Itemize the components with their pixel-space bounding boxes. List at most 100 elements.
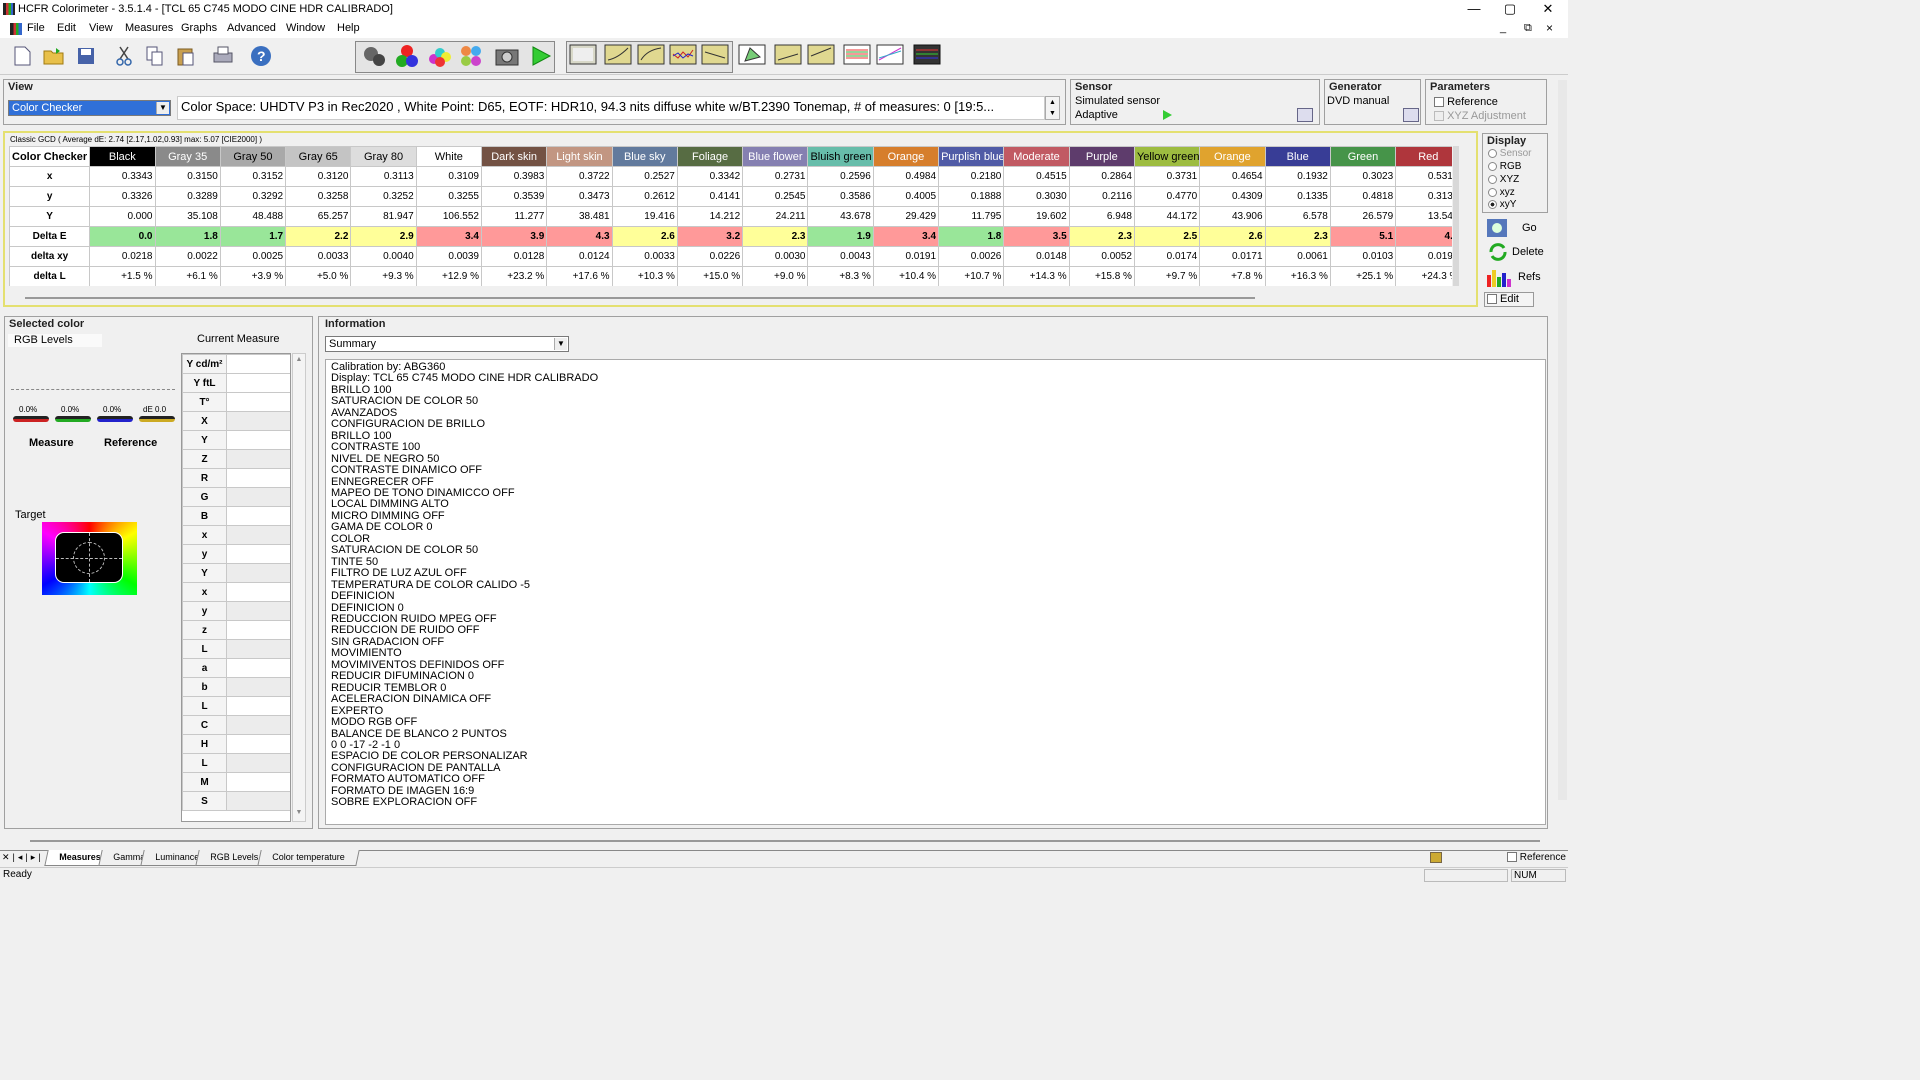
information-text[interactable]: Calibration by: ABG360 Display: TCL 65 C7… bbox=[325, 359, 1546, 825]
display-option-sensor[interactable]: Sensor bbox=[1488, 148, 1531, 159]
grid-vscroll[interactable] bbox=[1453, 146, 1459, 286]
sensor-probe-icon[interactable] bbox=[361, 42, 389, 70]
go-button[interactable]: Go bbox=[1484, 217, 1546, 239]
grid-cell[interactable]: 0.2116 bbox=[1068, 186, 1135, 207]
display-option-rgb[interactable]: RGB bbox=[1488, 161, 1521, 172]
grid-cell[interactable]: 0.4770 bbox=[1133, 186, 1201, 207]
display-option-xyz-upper[interactable]: XYZ bbox=[1488, 174, 1519, 185]
information-selector[interactable]: Summary ▼ bbox=[325, 336, 569, 352]
sensor-config-icon[interactable] bbox=[1297, 108, 1313, 122]
print-icon[interactable] bbox=[209, 42, 237, 70]
view-data-icon[interactable] bbox=[569, 42, 597, 70]
grid-cell[interactable]: 0.0061 bbox=[1264, 246, 1331, 267]
grid-cell[interactable]: 26.579 bbox=[1329, 206, 1397, 227]
main-vscroll[interactable] bbox=[1558, 80, 1567, 800]
grid-column-header[interactable]: Gray 50 bbox=[219, 146, 287, 167]
grid-column-header[interactable]: Red bbox=[1395, 146, 1452, 167]
view-near-black-icon[interactable] bbox=[774, 42, 802, 70]
grid-cell[interactable]: 0.2545 bbox=[742, 186, 809, 207]
grid-cell[interactable]: 65.257 bbox=[285, 206, 352, 227]
grid-cell[interactable]: 0.2596 bbox=[807, 166, 874, 187]
mdi-close[interactable]: × bbox=[1546, 21, 1553, 35]
grid-cell[interactable]: 0.3113 bbox=[350, 166, 417, 187]
grid-cell[interactable]: +25.1 % bbox=[1329, 266, 1397, 286]
grid-cell[interactable]: 0.0 bbox=[89, 226, 156, 247]
view-near-white-icon[interactable] bbox=[807, 42, 835, 70]
grid-cell[interactable]: 0.3120 bbox=[285, 166, 352, 187]
display-option-xyz-lower[interactable]: xyz bbox=[1488, 187, 1515, 198]
grid-cell[interactable]: +15.8 % bbox=[1068, 266, 1135, 286]
grid-cell[interactable]: +9.3 % bbox=[350, 266, 417, 286]
grid-cell[interactable]: +9.7 % bbox=[1133, 266, 1201, 286]
grid-row-header[interactable]: y bbox=[9, 186, 91, 207]
hscroll-thumb[interactable] bbox=[30, 840, 1540, 842]
grid-cell[interactable]: 0.3539 bbox=[480, 186, 548, 207]
grid-cell[interactable]: 3.4 bbox=[415, 226, 482, 247]
grid-cell[interactable]: 35.108 bbox=[154, 206, 221, 227]
grid-column-header[interactable]: Gray 35 bbox=[154, 146, 221, 167]
grid-cell[interactable]: 0.0039 bbox=[415, 246, 482, 267]
grid-cell[interactable]: 0.3023 bbox=[1329, 166, 1397, 187]
grid-cell[interactable]: 0.0026 bbox=[938, 246, 1005, 267]
secondary-colors-icon[interactable] bbox=[425, 42, 453, 70]
grid-cell[interactable]: 2.6 bbox=[611, 226, 678, 247]
display-option-xyy[interactable]: xyY bbox=[1488, 199, 1516, 210]
edit-toggle[interactable]: Edit bbox=[1484, 292, 1534, 307]
grid-cell[interactable]: 0.0218 bbox=[89, 246, 156, 267]
xyz-adjustment-checkbox[interactable]: XYZ Adjustment bbox=[1434, 110, 1526, 122]
save-icon[interactable] bbox=[72, 42, 100, 70]
grid-cell[interactable]: 0.4515 bbox=[1003, 166, 1070, 187]
grid-cell[interactable]: 19.602 bbox=[1003, 206, 1070, 227]
grid-cell[interactable]: +12.9 % bbox=[415, 266, 482, 286]
grid-cell[interactable]: 0.0025 bbox=[219, 246, 287, 267]
grid-cell[interactable]: 3.4 bbox=[872, 226, 940, 247]
grid-cell[interactable]: 0.0124 bbox=[546, 246, 613, 267]
grid-cell[interactable]: +23.2 % bbox=[480, 266, 548, 286]
grid-cell[interactable]: 1.8 bbox=[154, 226, 221, 247]
grid-cell[interactable]: 0.3326 bbox=[89, 186, 156, 207]
grid-column-header[interactable]: Blue bbox=[1264, 146, 1331, 167]
grid-cell[interactable]: +17.6 % bbox=[546, 266, 613, 286]
grid-cell[interactable]: 38.481 bbox=[546, 206, 613, 227]
view-saturation-shift-icon[interactable] bbox=[876, 42, 904, 70]
grid-cell[interactable]: 0.4818 bbox=[1329, 186, 1397, 207]
grid-cell[interactable]: +5.0 % bbox=[285, 266, 352, 286]
grid-cell[interactable]: 0.3722 bbox=[546, 166, 613, 187]
open-folder-icon[interactable] bbox=[40, 42, 68, 70]
tab-color-temperature[interactable]: Color temperature bbox=[257, 850, 360, 866]
grid-cell[interactable]: 0.0052 bbox=[1068, 246, 1135, 267]
measures-grid[interactable]: Color Checker Black Gray 35 Gray 50 Gray 65 G… bbox=[9, 146, 1452, 286]
grid-cell[interactable]: 0.1335 bbox=[1264, 186, 1331, 207]
grid-cell[interactable]: 0.1888 bbox=[938, 186, 1005, 207]
grid-cell[interactable]: +8.3 % bbox=[807, 266, 874, 286]
grid-cell[interactable]: 0.0033 bbox=[611, 246, 678, 267]
grid-cell[interactable]: 0.2180 bbox=[938, 166, 1005, 187]
grid-hscroll[interactable] bbox=[25, 297, 1255, 299]
grid-cell[interactable]: +1.5 % bbox=[89, 266, 156, 286]
grid-cell[interactable]: 11.277 bbox=[480, 206, 548, 227]
generator-config-icon[interactable] bbox=[1403, 108, 1419, 122]
grid-cell[interactable]: 0.2864 bbox=[1068, 166, 1135, 187]
grid-cell[interactable]: 0.3134 bbox=[1395, 186, 1452, 207]
menu-advanced[interactable]: Advanced bbox=[227, 22, 276, 34]
tab-nav-arrows[interactable]: ✕|◂|▸| bbox=[2, 852, 44, 863]
grid-cell[interactable]: +14.3 % bbox=[1003, 266, 1070, 286]
grid-cell[interactable]: 3.2 bbox=[676, 226, 744, 247]
grid-column-header[interactable]: Orange bbox=[1199, 146, 1266, 167]
notification-icon[interactable] bbox=[1430, 852, 1442, 863]
grid-cell[interactable]: 81.947 bbox=[350, 206, 417, 227]
grid-cell[interactable]: 0.4654 bbox=[1199, 166, 1266, 187]
close-button[interactable]: ✕ bbox=[1536, 1, 1560, 17]
grid-cell[interactable]: 0.3343 bbox=[89, 166, 156, 187]
color-checker-icon[interactable] bbox=[457, 42, 485, 70]
view-cie-icon[interactable] bbox=[738, 42, 766, 70]
grid-cell[interactable]: +10.3 % bbox=[611, 266, 678, 286]
help-icon[interactable]: ? bbox=[247, 42, 275, 70]
grid-cell[interactable]: +10.7 % bbox=[938, 266, 1005, 286]
mdi-restore[interactable]: ⧉ bbox=[1524, 22, 1532, 35]
grid-cell[interactable]: 5.1 bbox=[1329, 226, 1397, 247]
camera-icon[interactable] bbox=[493, 42, 521, 70]
grid-cell[interactable]: 0.0030 bbox=[742, 246, 809, 267]
grid-cell[interactable]: +24.3 % bbox=[1395, 266, 1452, 286]
grid-row-header[interactable]: Y bbox=[9, 206, 91, 227]
